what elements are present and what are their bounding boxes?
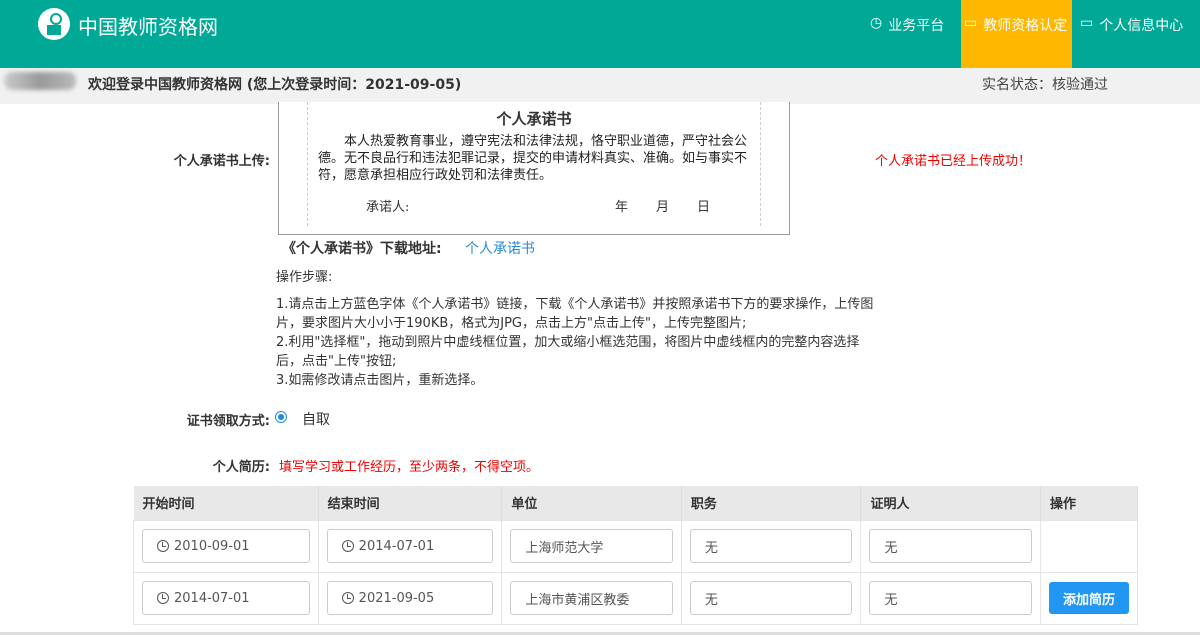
unit-input[interactable]: 上海市黄浦区教委 bbox=[510, 581, 673, 615]
steps-title: 操作步骤: bbox=[276, 268, 876, 287]
letter-title: 个人承诺书 bbox=[318, 102, 750, 129]
step-3: 3.如需修改请点击图片，重新选择。 bbox=[276, 371, 876, 390]
top-header: 中国教师资格网 ◷ 业务平台 ▭ 教师资格认定 ▭ 个人信息中心 bbox=[0, 0, 1200, 68]
end-date-input[interactable]: 2014-07-01 bbox=[327, 529, 494, 563]
dashboard-icon: ◷ bbox=[870, 15, 882, 31]
action-cell bbox=[1040, 520, 1137, 572]
nav-label: 个人信息中心 bbox=[1099, 15, 1183, 35]
col-witness: 证明人 bbox=[861, 486, 1041, 520]
self-pickup-radio[interactable] bbox=[275, 411, 287, 423]
date-value: 2014-07-01 bbox=[359, 539, 435, 554]
self-pickup-label: 自取 bbox=[302, 409, 330, 429]
month-label: 月 bbox=[656, 196, 669, 215]
laptop-icon: ▭ bbox=[964, 15, 977, 31]
start-date-input[interactable]: 2010-09-01 bbox=[142, 529, 310, 563]
year-label: 年 bbox=[615, 196, 628, 215]
step-2: 2.利用"选择框"，拖动到照片中虚线框位置，加大或缩小框选范围，将图片中虚线框内… bbox=[276, 333, 876, 371]
realname-status: 实名状态：核验通过 bbox=[982, 74, 1108, 94]
table-row: 2010-09-01 2014-07-01 上海师范大学 无 无 bbox=[134, 520, 1138, 572]
position-input[interactable]: 无 bbox=[690, 529, 853, 563]
date-value: 2014-07-01 bbox=[174, 591, 250, 606]
position-input[interactable]: 无 bbox=[690, 581, 853, 615]
nav-label: 教师资格认定 bbox=[983, 15, 1067, 35]
unit-input[interactable]: 上海师范大学 bbox=[510, 529, 673, 563]
nav-label: 业务平台 bbox=[888, 15, 944, 35]
col-start: 开始时间 bbox=[134, 486, 319, 520]
resume-table: 开始时间 结束时间 单位 职务 证明人 操作 2010-09-01 2014-0… bbox=[133, 486, 1138, 625]
signer-label: 承诺人: bbox=[366, 196, 409, 215]
site-logo-icon bbox=[38, 8, 70, 40]
site-title: 中国教师资格网 bbox=[78, 11, 218, 40]
witness-input[interactable]: 无 bbox=[869, 529, 1032, 563]
nav-personal-center[interactable]: ▭ 个人信息中心 bbox=[1080, 0, 1200, 68]
clock-icon bbox=[157, 540, 169, 552]
certificate-method-label: 证书领取方式: bbox=[150, 410, 270, 429]
date-value: 2010-09-01 bbox=[174, 539, 250, 554]
clock-icon bbox=[342, 592, 354, 604]
blurred-username bbox=[4, 72, 76, 90]
date-value: 2021-09-05 bbox=[359, 591, 435, 606]
commitment-download-link[interactable]: 个人承诺书 bbox=[465, 238, 535, 258]
nav-business-platform[interactable]: ◷ 业务平台 bbox=[870, 0, 961, 68]
download-label: 《个人承诺书》下载地址: bbox=[282, 238, 442, 258]
clock-icon bbox=[342, 540, 354, 552]
witness-input[interactable]: 无 bbox=[869, 581, 1032, 615]
letter-body: 本人热爱教育事业，遵守宪法和法律法规，恪守职业道德，严守社会公德。无不良品行和违… bbox=[318, 133, 750, 184]
nav-teacher-qualification[interactable]: ▭ 教师资格认定 bbox=[961, 0, 1072, 68]
col-action: 操作 bbox=[1040, 486, 1137, 520]
resume-hint: 填写学习或工作经历，至少两条，不得空项。 bbox=[279, 456, 539, 475]
clock-icon bbox=[157, 592, 169, 604]
laptop-icon: ▭ bbox=[1080, 15, 1093, 31]
welcome-text: 欢迎登录中国教师资格网 (您上次登录时间：2021-09-05) bbox=[88, 74, 461, 94]
resume-label: 个人简历: bbox=[150, 456, 270, 475]
upload-success-message: 个人承诺书已经上传成功！ bbox=[875, 150, 1031, 169]
add-resume-button[interactable]: 添加简历 bbox=[1049, 582, 1129, 614]
end-date-input[interactable]: 2021-09-05 bbox=[327, 581, 494, 615]
col-end: 结束时间 bbox=[318, 486, 502, 520]
commitment-upload-label: 个人承诺书上传: bbox=[150, 150, 270, 169]
col-unit: 单位 bbox=[502, 486, 682, 520]
col-position: 职务 bbox=[681, 486, 861, 520]
table-row: 2014-07-01 2021-09-05 上海市黄浦区教委 无 无 添加简历 bbox=[134, 572, 1138, 624]
step-1: 1.请点击上方蓝色字体《个人承诺书》链接，下载《个人承诺书》并按照承诺书下方的要… bbox=[276, 295, 876, 333]
start-date-input[interactable]: 2014-07-01 bbox=[142, 581, 310, 615]
commitment-image[interactable]: 个人承诺书 本人热爱教育事业，遵守宪法和法律法规，恪守职业道德，严守社会公德。无… bbox=[278, 102, 790, 235]
instructions: 操作步骤: 1.请点击上方蓝色字体《个人承诺书》链接，下载《个人承诺书》并按照承… bbox=[276, 268, 876, 390]
day-label: 日 bbox=[697, 196, 710, 215]
